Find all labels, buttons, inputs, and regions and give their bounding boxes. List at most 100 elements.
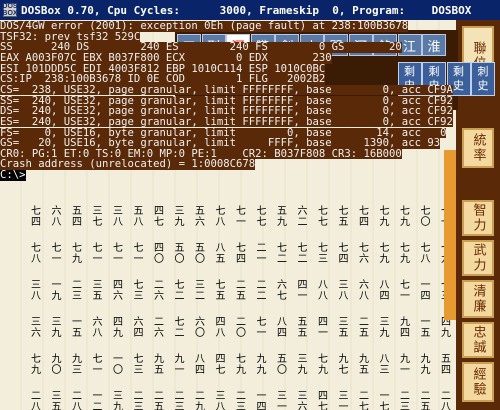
stat-value: 三五 — [92, 280, 103, 302]
title-cell[interactable]: 刺史 — [471, 62, 495, 96]
stat-value: 一五 — [72, 317, 82, 339]
stat-value: 七九 — [236, 354, 246, 376]
stat-value: 三一 — [277, 391, 287, 410]
stat-value: 九一 — [174, 354, 185, 376]
stat-value: 七九 — [400, 243, 410, 265]
stat-value: 六〇 — [195, 317, 205, 339]
side-button-jingyan[interactable]: 經驗 — [462, 362, 494, 402]
stat-value: 七七 — [318, 206, 328, 228]
stat-value: 二三 — [236, 391, 246, 410]
title-cell-char: 史 — [477, 79, 489, 92]
stat-value: 五六 — [195, 206, 205, 228]
stat-value: 四一 — [318, 317, 328, 339]
title-cell-char: 剩 — [404, 65, 415, 78]
side-button-tongshuai[interactable]: 統率 — [462, 128, 494, 168]
stat-value: 九九 — [420, 354, 431, 376]
stat-value: 七九 — [379, 206, 390, 228]
stat-value: 八五 — [215, 243, 226, 265]
stat-value: 二〇 — [236, 317, 246, 339]
stat-value: 六七 — [277, 280, 287, 302]
stat-value: 九七 — [338, 354, 349, 376]
stat-value: 七七 — [256, 206, 267, 228]
stat-value: 七一 — [256, 317, 267, 339]
stat-value: 六二 — [297, 206, 308, 228]
stat-value: 二五 — [359, 317, 369, 339]
stat-value: 七〇 — [420, 206, 431, 228]
console-line: DOS/4GW error (2001): exception 0Eh (pag… — [0, 20, 409, 32]
side-button-zhili[interactable]: 智力 — [462, 200, 494, 236]
stat-value: 三九 — [51, 317, 62, 339]
stat-value: 七一 — [92, 243, 103, 265]
stat-value: 七一 — [133, 243, 144, 265]
stat-value: 七二 — [174, 317, 185, 339]
stat-value: 一四 — [256, 391, 267, 410]
stat-value: 一九 — [51, 280, 62, 302]
stat-value: 五八 — [133, 206, 144, 228]
stat-value: 五四 — [441, 354, 451, 376]
stat-value: 九五 — [154, 354, 164, 376]
province-cell[interactable]: 淮 — [422, 34, 446, 56]
side-button-qinglian[interactable]: 清廉 — [462, 280, 494, 318]
stats-row: 三六三九一五六八四九六四二六七二六〇四八二〇七一八四五五四一三五二五三九九四一五… — [28, 313, 468, 350]
stat-value: 二五 — [154, 391, 164, 410]
stat-value: 九〇 — [51, 354, 62, 376]
window-title: DOSBox 0.70, Cpu Cycles: 3000, Frameskip… — [21, 3, 472, 17]
title-bar[interactable]: DOS BOX DOSBox 0.70, Cpu Cycles: 3000, F… — [0, 0, 500, 20]
stat-value: 三九 — [379, 317, 390, 339]
stat-value: 四〇 — [154, 243, 164, 265]
side-button-wuli[interactable]: 武力 — [462, 240, 494, 276]
title-cell-char: 剩 — [428, 65, 440, 78]
stat-value: 二六 — [154, 317, 164, 339]
stat-value: 八三 — [379, 354, 390, 376]
stat-value: 二一 — [256, 243, 267, 265]
stat-value: 七三 — [133, 354, 144, 376]
command-prompt[interactable]: C:\> — [0, 170, 26, 181]
stat-value: 三八 — [31, 280, 41, 302]
stat-value: 七九 — [31, 354, 41, 376]
dosbox-app-icon[interactable]: DOS BOX — [2, 3, 18, 17]
stat-value: 二八 — [31, 391, 41, 410]
stat-value: 七二 — [277, 243, 287, 265]
stat-value: 二七 — [359, 391, 369, 410]
stat-value: 五〇 — [174, 243, 185, 265]
stat-value: 三八 — [113, 206, 123, 228]
stat-value: 二九 — [195, 391, 205, 410]
stat-value: 五〇 — [195, 243, 205, 265]
stat-value: 三五 — [51, 391, 62, 410]
stat-value: 四八 — [215, 317, 226, 339]
stat-value: 七五 — [215, 280, 226, 302]
stats-row: 三八一九二三三五四六七三二六七二三二七五二五二二六七四一八八三八六八八四七一一四… — [28, 276, 468, 313]
stat-value: 三九 — [174, 206, 185, 228]
stat-value: 二三 — [174, 391, 185, 410]
stat-value: 六四 — [133, 317, 144, 339]
stat-value: 七一 — [236, 206, 246, 228]
stat-value: 三一 — [338, 391, 349, 410]
stat-value: 五〇 — [277, 354, 287, 376]
stat-value: 七四 — [359, 206, 369, 228]
stat-value: 八四 — [379, 280, 390, 302]
stat-value: 七三 — [318, 243, 328, 265]
stats-row: 七四六八五四三七三八五八四七三九五六七八七一七七五九六二七七七五七四七九七九七〇… — [28, 202, 468, 239]
stat-value: 八四 — [277, 317, 287, 339]
stat-value: 三五 — [338, 317, 349, 339]
stat-value: 二三 — [400, 391, 410, 410]
stat-value: 四九 — [113, 317, 123, 339]
stat-value: 四七 — [318, 391, 328, 410]
stat-value: 六八 — [359, 280, 369, 302]
stat-value: 七五 — [338, 206, 349, 228]
title-cell-char: 刺 — [477, 65, 489, 78]
stat-value: 八四 — [195, 354, 205, 376]
stat-value: 一五 — [420, 317, 431, 339]
stat-value: 四七 — [154, 206, 164, 228]
stat-value: 七八 — [215, 206, 226, 228]
stat-value: 三六 — [31, 317, 41, 339]
stat-value: 二二 — [256, 280, 267, 302]
stat-value: 二三 — [72, 280, 82, 302]
side-button-zhongcheng[interactable]: 忠誠 — [462, 322, 494, 358]
officer-stats-grid: 七四六八五四三七三八五八四七三九五六七八七一七七五九六二七七七五七四七九七九七〇… — [28, 202, 468, 410]
stat-value: 七一 — [400, 280, 410, 302]
stat-value: 五四 — [72, 206, 82, 228]
console-line: ES= 240, USE32, page granular, limit FFF… — [0, 115, 453, 128]
stat-value: 五九 — [277, 206, 287, 228]
stat-value: 四一 — [297, 280, 308, 302]
